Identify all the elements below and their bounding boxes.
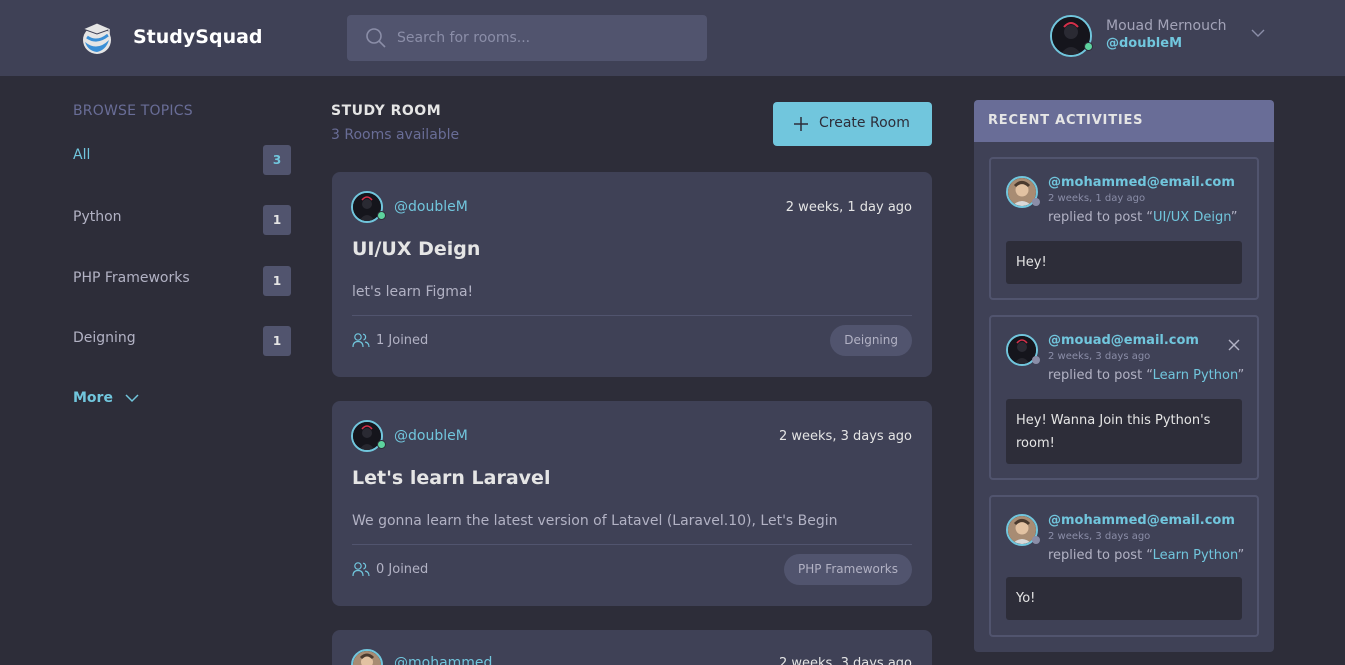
room-card[interactable]: @mohammed 2 weeks, 3 days ago — [332, 630, 932, 665]
recent-activities-panel: RECENT ACTIVITIES @mohammed@email.com 2 … — [974, 100, 1274, 652]
topic-deigning[interactable]: Deigning 1 — [73, 326, 291, 358]
room-joined: 0 Joined — [352, 561, 428, 577]
activity-item: @mohammed@email.com 2 weeks, 1 day ago r… — [989, 157, 1259, 300]
activity-action: replied to post “UI/UX Deign” — [1048, 210, 1238, 225]
room-time: 2 weeks, 1 day ago — [785, 200, 912, 215]
activity-item: @mouad@email.com 2 weeks, 3 days ago rep… — [989, 315, 1259, 480]
room-card[interactable]: @doubleM 2 weeks, 1 day ago UI/UX Deign … — [332, 172, 932, 377]
room-time: 2 weeks, 3 days ago — [779, 429, 912, 444]
offline-status-dot — [1032, 536, 1040, 544]
activity-user[interactable]: @mohammed@email.com — [1048, 513, 1235, 528]
plus-icon — [794, 117, 808, 131]
activity-post-link[interactable]: Learn Python — [1153, 368, 1238, 383]
room-title[interactable]: Let's learn Laravel — [352, 467, 550, 489]
topic-count: 3 — [263, 145, 291, 175]
room-host[interactable]: @doubleM — [394, 199, 468, 215]
brand-name[interactable]: StudySquad — [133, 26, 263, 48]
activity-post-link[interactable]: Learn Python — [1153, 548, 1238, 563]
activity-post-link[interactable]: UI/UX Deign — [1153, 210, 1231, 225]
close-icon[interactable] — [1227, 337, 1241, 356]
page-title: STUDY ROOM — [331, 103, 442, 119]
room-joined: 1 Joined — [352, 332, 428, 348]
search-bar[interactable] — [347, 15, 707, 61]
top-header: StudySquad Mouad Mernouch @doubleM — [0, 0, 1345, 76]
topic-count: 1 — [263, 266, 291, 296]
topic-label: Python — [73, 209, 122, 225]
more-label: More — [73, 390, 113, 406]
activity-action: replied to post “Learn Python” — [1048, 548, 1245, 563]
topic-label: PHP Frameworks — [73, 270, 190, 286]
activities-title: RECENT ACTIVITIES — [988, 113, 1144, 128]
topic-all[interactable]: All 3 — [73, 145, 291, 177]
offline-status-dot — [1032, 198, 1040, 206]
activity-action: replied to post “Learn Python” — [1048, 368, 1245, 383]
search-input[interactable] — [397, 15, 697, 61]
activity-user[interactable]: @mohammed@email.com — [1048, 175, 1235, 190]
activity-time: 2 weeks, 3 days ago — [1048, 351, 1151, 362]
divider — [352, 544, 912, 545]
joined-count: 0 Joined — [376, 562, 429, 577]
user-name: Mouad Mernouch — [1106, 18, 1227, 34]
joined-count: 1 Joined — [376, 333, 429, 348]
activity-time: 2 weeks, 3 days ago — [1048, 531, 1151, 542]
room-description: let's learn Figma! — [352, 284, 474, 300]
chevron-down-icon — [125, 394, 139, 403]
rooms-count: 3 Rooms available — [331, 127, 460, 143]
search-icon — [365, 27, 387, 53]
user-handle: @doubleM — [1106, 36, 1183, 51]
topic-label: Deigning — [73, 330, 136, 346]
room-topic-tag[interactable]: PHP Frameworks — [784, 554, 912, 585]
room-host[interactable]: @doubleM — [394, 428, 468, 444]
room-description: We gonna learn the latest version of Lat… — [352, 513, 838, 529]
create-room-label: Create Room — [819, 115, 910, 131]
create-room-button[interactable]: Create Room — [773, 102, 932, 146]
online-status-dot — [377, 211, 386, 220]
logo-icon[interactable] — [78, 20, 116, 56]
topic-php-frameworks[interactable]: PHP Frameworks 1 — [73, 266, 291, 298]
topic-label: All — [73, 147, 91, 163]
online-status-dot — [1084, 42, 1093, 51]
activities-header: RECENT ACTIVITIES — [974, 100, 1274, 142]
activity-user[interactable]: @mouad@email.com — [1048, 333, 1199, 348]
users-icon — [352, 562, 370, 577]
online-status-dot — [377, 440, 386, 449]
topic-count: 1 — [263, 326, 291, 356]
chevron-down-icon[interactable] — [1250, 25, 1266, 45]
browse-topics-title: BROWSE TOPICS — [73, 103, 193, 119]
room-title[interactable]: UI/UX Deign — [352, 238, 480, 260]
room-time: 2 weeks, 3 days ago — [779, 656, 912, 665]
activity-message: Hey! — [1006, 241, 1242, 284]
room-card[interactable]: @doubleM 2 weeks, 3 days ago Let's learn… — [332, 401, 932, 606]
users-icon — [352, 333, 370, 348]
activity-item: @mohammed@email.com 2 weeks, 3 days ago … — [989, 495, 1259, 637]
activity-message: Hey! Wanna Join this Python's room! — [1006, 399, 1242, 464]
more-topics-button[interactable]: More — [73, 390, 140, 406]
divider — [352, 315, 912, 316]
activity-message: Yo! — [1006, 577, 1242, 620]
topic-count: 1 — [263, 205, 291, 235]
activity-time: 2 weeks, 1 day ago — [1048, 193, 1146, 204]
room-topic-tag[interactable]: Deigning — [830, 325, 912, 356]
room-host[interactable]: @mohammed — [394, 655, 492, 665]
avatar[interactable] — [351, 649, 383, 665]
topic-python[interactable]: Python 1 — [73, 205, 291, 237]
offline-status-dot — [1032, 356, 1040, 364]
avatar[interactable] — [1050, 15, 1092, 57]
